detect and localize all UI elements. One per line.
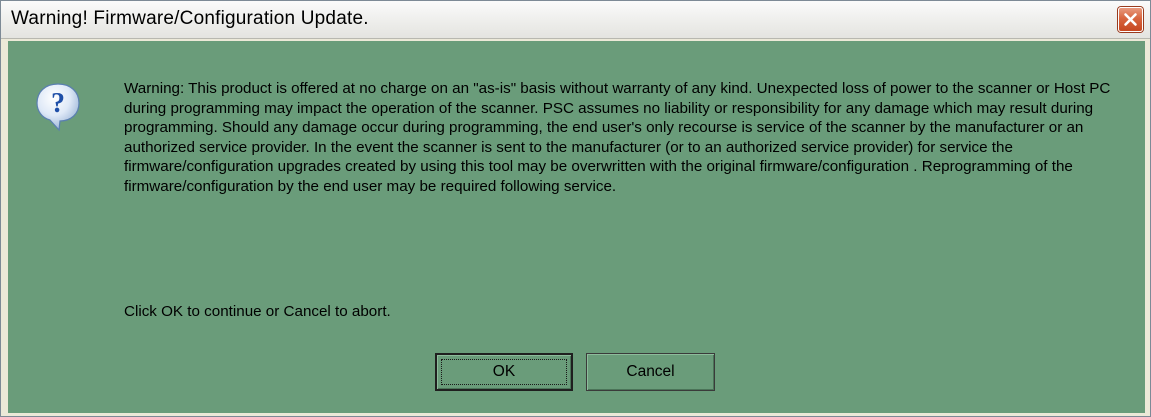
continue-prompt: Click OK to continue or Cancel to abort. [124,303,391,320]
warning-dialog: Warning! Firmware/Configuration Update. … [0,0,1151,417]
ok-button[interactable]: OK [435,353,573,391]
cancel-button-label: Cancel [626,363,675,380]
dialog-body: ? Warning: This product is offered at no… [8,41,1145,413]
question-icon: ? [36,83,80,132]
close-button[interactable] [1118,7,1143,32]
title-bar[interactable]: Warning! Firmware/Configuration Update. [1,1,1150,39]
warning-message: Warning: This product is offered at no c… [124,80,1111,195]
dialog-title: Warning! Firmware/Configuration Update. [11,8,369,29]
cancel-button[interactable]: Cancel [586,353,715,391]
svg-text:?: ? [51,88,65,119]
close-icon [1124,13,1137,26]
ok-button-label: OK [492,363,516,380]
